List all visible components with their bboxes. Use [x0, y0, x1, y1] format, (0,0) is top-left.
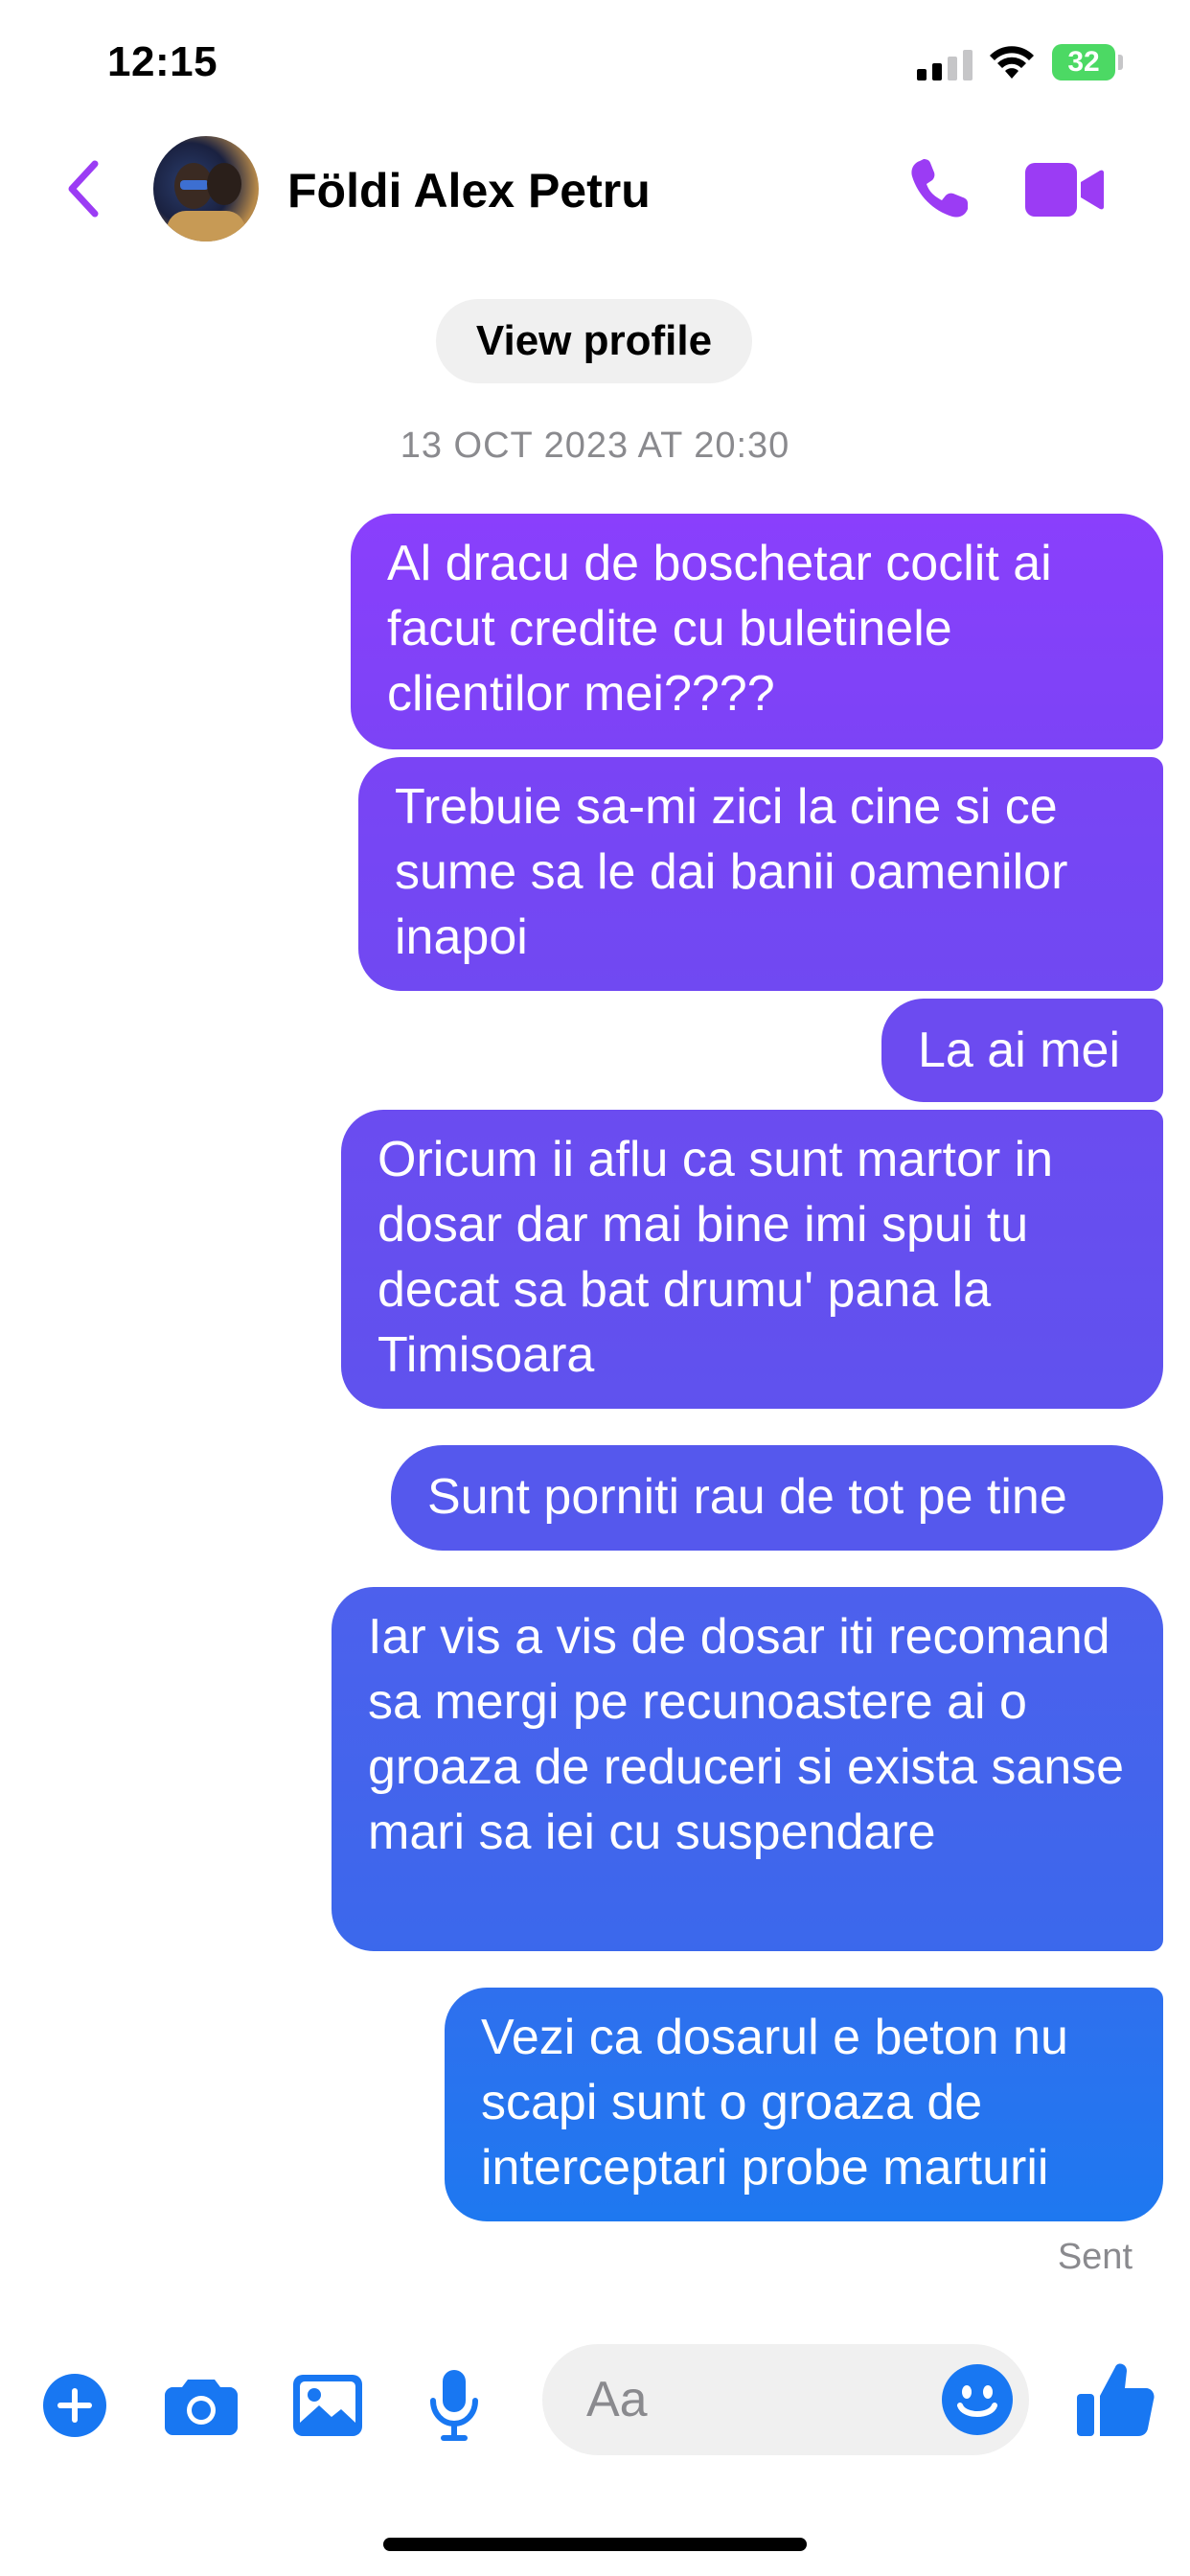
message-bubble[interactable]: Oricum ii aflu ca sunt martor in dosar d…	[341, 1110, 1163, 1409]
emoji-icon[interactable]	[941, 2363, 1014, 2436]
message-bubble[interactable]: Sunt porniti rau de tot pe tine	[391, 1445, 1163, 1551]
gallery-icon	[293, 2375, 362, 2436]
gallery-button[interactable]	[289, 2367, 366, 2444]
home-indicator	[383, 2538, 807, 2551]
video-camera-icon[interactable]	[1025, 161, 1104, 218]
microphone-button[interactable]	[416, 2367, 492, 2444]
thumbs-up-icon[interactable]	[1077, 2359, 1156, 2438]
cellular-signal-icon	[917, 50, 973, 80]
camera-icon	[165, 2380, 238, 2435]
battery-level: 32	[1067, 46, 1100, 78]
back-button[interactable]	[59, 155, 107, 222]
conversation-timestamp: 13 OCT 2023 AT 20:30	[400, 426, 790, 466]
plus-icon	[43, 2374, 106, 2437]
message-bubble[interactable]: Trebuie sa-mi zici la cine si ce sume sa…	[358, 757, 1163, 991]
status-time: 12:15	[107, 38, 218, 85]
camera-button[interactable]	[163, 2367, 240, 2444]
message-bubble[interactable]: Al dracu de boschetar coclit ai facut cr…	[351, 514, 1163, 749]
message-input-placeholder: Aa	[586, 2372, 648, 2427]
message-bubble[interactable]: Iar vis a vis de dosar iti recomand sa m…	[332, 1587, 1163, 1951]
plus-button[interactable]	[36, 2367, 113, 2444]
phone-icon[interactable]	[906, 155, 973, 222]
message-bubble[interactable]: Vezi ca dosarul e beton nu scapi sunt o …	[445, 1988, 1163, 2221]
message-status: Sent	[1057, 2237, 1133, 2277]
chevron-left-icon	[68, 160, 99, 218]
wifi-icon	[990, 46, 1034, 79]
contact-avatar[interactable]	[153, 136, 259, 242]
view-profile-button[interactable]: View profile	[436, 299, 752, 383]
message-bubble[interactable]: La ai mei	[881, 999, 1163, 1102]
contact-name[interactable]: Földi Alex Petru	[287, 163, 651, 218]
battery-cap	[1118, 55, 1123, 70]
microphone-icon	[430, 2370, 478, 2441]
